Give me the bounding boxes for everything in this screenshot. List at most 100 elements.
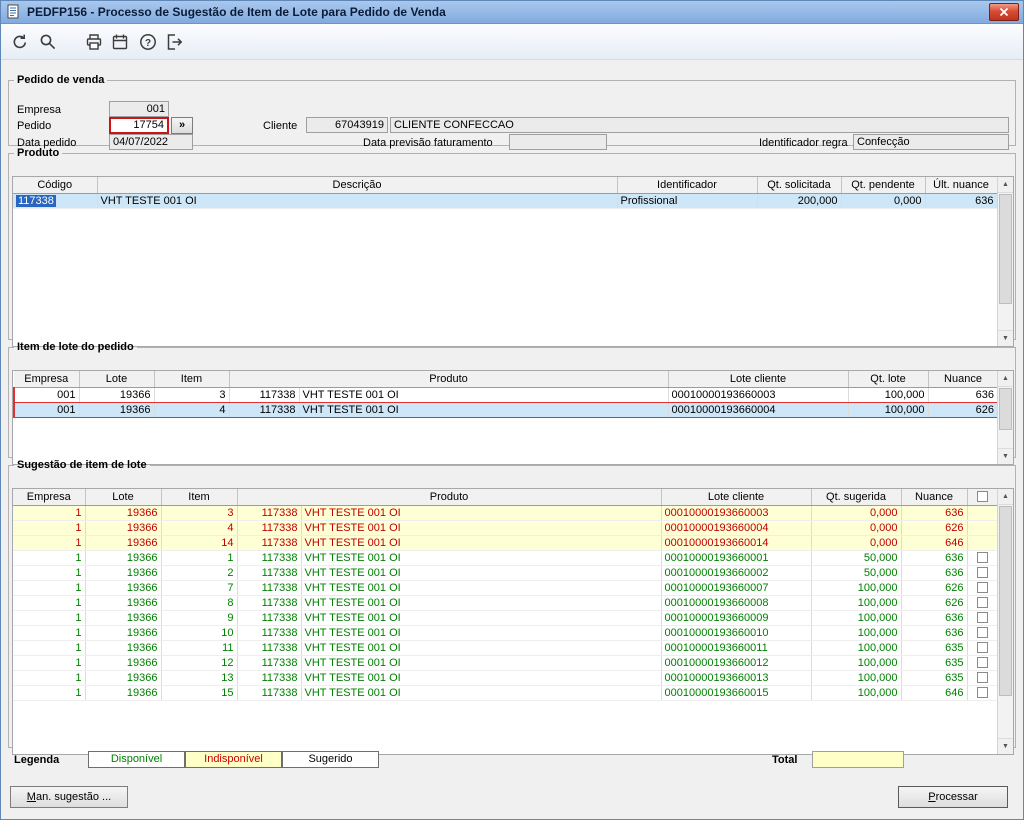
cell-qt_lote[interactable]: 100,000 <box>848 386 929 403</box>
cell-item[interactable]: 15 <box>161 685 238 701</box>
cell-lote_cliente[interactable]: 00010000193660010 <box>661 625 812 641</box>
cell-produto_desc[interactable]: VHT TESTE 001 OI <box>301 505 662 521</box>
cell-produto_cod[interactable]: 117338 <box>237 685 302 701</box>
cell-empresa[interactable]: 1 <box>13 565 86 581</box>
col-header-lote[interactable]: Lote <box>85 489 162 506</box>
cell-lote_cliente[interactable]: 00010000193660009 <box>661 610 812 626</box>
cell-qt_sugerida[interactable]: 50,000 <box>811 565 902 581</box>
cell-select[interactable] <box>967 610 998 626</box>
cell-lote_cliente[interactable]: 00010000193660002 <box>661 565 812 581</box>
cell-produto_cod[interactable]: 117338 <box>237 565 302 581</box>
cell-lote_cliente[interactable]: 00010000193660011 <box>661 640 812 656</box>
col-header-identificador[interactable]: Identificador <box>617 177 758 194</box>
col-header-item[interactable]: Item <box>161 489 238 506</box>
cell-produto_desc[interactable]: VHT TESTE 001 OI <box>301 685 662 701</box>
table-row[interactable]: 1 19366 7 117338 VHT TESTE 001 OI 00010000193… <box>13 580 998 596</box>
col-header-produto[interactable]: Produto <box>229 371 669 388</box>
cell-empresa[interactable]: 1 <box>13 535 86 551</box>
cell-lote_cliente[interactable]: 00010000193660003 <box>661 505 812 521</box>
cell-qt_sugerida[interactable]: 0,000 <box>811 505 902 521</box>
search-button[interactable] <box>36 30 60 54</box>
cell-qt_sugerida[interactable]: 0,000 <box>811 535 902 551</box>
scroll-thumb[interactable] <box>999 506 1012 696</box>
col-header-qt-solicitada[interactable]: Qt. solicitada <box>757 177 842 194</box>
cell-select[interactable] <box>967 625 998 641</box>
scroll-up-icon[interactable]: ▲ <box>998 371 1013 387</box>
col-header-qt-pendente[interactable]: Qt. pendente <box>841 177 926 194</box>
row-checkbox[interactable] <box>976 642 988 654</box>
cell-select[interactable] <box>967 685 998 701</box>
cell-empresa[interactable]: 1 <box>13 595 86 611</box>
cell-select[interactable] <box>967 670 998 686</box>
cell-qt_sugerida[interactable]: 100,000 <box>811 625 902 641</box>
cell-empresa[interactable]: 1 <box>13 580 86 596</box>
cell-qt_lote[interactable]: 100,000 <box>848 401 929 418</box>
cell-lote_cliente[interactable]: 00010000193660012 <box>661 655 812 671</box>
produto-scrollbar[interactable]: ▲ ▼ <box>997 177 1013 346</box>
scroll-thumb[interactable] <box>999 194 1012 304</box>
cell-select[interactable] <box>967 580 998 596</box>
cell-item[interactable]: 11 <box>161 640 238 656</box>
cell-produto_cod[interactable]: 117338 <box>229 401 300 418</box>
cell-produto_cod[interactable]: 117338 <box>237 550 302 566</box>
cell-produto_cod[interactable]: 117338 <box>237 595 302 611</box>
cell-lote[interactable]: 19366 <box>79 401 155 418</box>
cell-item[interactable]: 2 <box>161 565 238 581</box>
cell-lote_cliente[interactable]: 00010000193660001 <box>661 550 812 566</box>
cell-lote[interactable]: 19366 <box>85 610 162 626</box>
table-row[interactable]: 1 19366 10 117338 VHT TESTE 001 OI 0001000019… <box>13 625 998 641</box>
cell-lote_cliente[interactable]: 00010000193660008 <box>661 595 812 611</box>
cell-produto_cod[interactable]: 117338 <box>237 640 302 656</box>
cell-empresa[interactable]: 001 <box>13 401 80 418</box>
table-row[interactable]: 1 19366 2 117338 VHT TESTE 001 OI 00010000193… <box>13 565 998 581</box>
cell-qt_sugerida[interactable]: 100,000 <box>811 610 902 626</box>
table-row[interactable]: 1 19366 15 117338 VHT TESTE 001 OI 0001000019… <box>13 685 998 701</box>
cell-qt_sugerida[interactable]: 100,000 <box>811 640 902 656</box>
cell-produto_desc[interactable]: VHT TESTE 001 OI <box>301 655 662 671</box>
row-checkbox[interactable] <box>976 567 988 579</box>
cell-qt_pendente[interactable]: 0,000 <box>841 193 926 209</box>
cell-select[interactable] <box>967 595 998 611</box>
cliente-code-field[interactable]: 67043919 <box>306 117 388 133</box>
cell-produto_desc[interactable]: VHT TESTE 001 OI <box>301 580 662 596</box>
cell-lote[interactable]: 19366 <box>85 595 162 611</box>
cell-item[interactable]: 9 <box>161 610 238 626</box>
cell-lote[interactable]: 19366 <box>85 550 162 566</box>
cell-produto_desc[interactable]: VHT TESTE 001 OI <box>301 565 662 581</box>
help-button[interactable]: ? <box>136 30 160 54</box>
cell-produto_desc[interactable]: VHT TESTE 001 OI <box>301 640 662 656</box>
cell-produto_desc[interactable]: VHT TESTE 001 OI <box>301 625 662 641</box>
cell-produto_desc[interactable]: VHT TESTE 001 OI <box>301 520 662 536</box>
table-row[interactable]: 1 19366 11 117338 VHT TESTE 001 OI 0001000019… <box>13 640 998 656</box>
cell-empresa[interactable]: 1 <box>13 610 86 626</box>
table-row[interactable]: 117338 VHT TESTE 001 OI Profissional 200,00… <box>13 193 998 209</box>
cell-descricao[interactable]: VHT TESTE 001 OI <box>97 193 618 209</box>
cell-nuance[interactable]: 626 <box>928 401 999 418</box>
row-checkbox[interactable] <box>976 612 988 624</box>
col-header-produto[interactable]: Produto <box>237 489 662 506</box>
cell-item[interactable]: 12 <box>161 655 238 671</box>
cell-select[interactable] <box>967 550 998 566</box>
cell-lote_cliente[interactable]: 00010000193660003 <box>668 386 849 403</box>
cell-nuance[interactable]: 636 <box>901 550 968 566</box>
table-row[interactable]: 1 19366 9 117338 VHT TESTE 001 OI 00010000193… <box>13 610 998 626</box>
cell-produto_desc[interactable]: VHT TESTE 001 OI <box>301 610 662 626</box>
table-row[interactable]: 1 19366 14 117338 VHT TESTE 001 OI 0001000019… <box>13 535 998 551</box>
cell-qt_sugerida[interactable]: 50,000 <box>811 550 902 566</box>
cell-empresa[interactable]: 1 <box>13 655 86 671</box>
cell-lote[interactable]: 19366 <box>85 535 162 551</box>
col-header-codigo[interactable]: Código <box>13 177 98 194</box>
cell-item[interactable]: 4 <box>161 520 238 536</box>
cell-produto_cod[interactable]: 117338 <box>237 655 302 671</box>
cell-qt_sugerida[interactable]: 100,000 <box>811 655 902 671</box>
cell-qt_sugerida[interactable]: 100,000 <box>811 580 902 596</box>
cell-qt_sugerida[interactable]: 100,000 <box>811 685 902 701</box>
row-checkbox[interactable] <box>976 657 988 669</box>
cell-lote_cliente[interactable]: 00010000193660004 <box>661 520 812 536</box>
cell-lote_cliente[interactable]: 00010000193660007 <box>661 580 812 596</box>
row-checkbox[interactable] <box>976 687 988 699</box>
pedido-lookup-button[interactable]: » <box>171 117 193 134</box>
cell-produto_desc[interactable]: VHT TESTE 001 OI <box>301 670 662 686</box>
row-checkbox[interactable] <box>976 582 988 594</box>
col-header-qt-lote[interactable]: Qt. lote <box>848 371 929 388</box>
